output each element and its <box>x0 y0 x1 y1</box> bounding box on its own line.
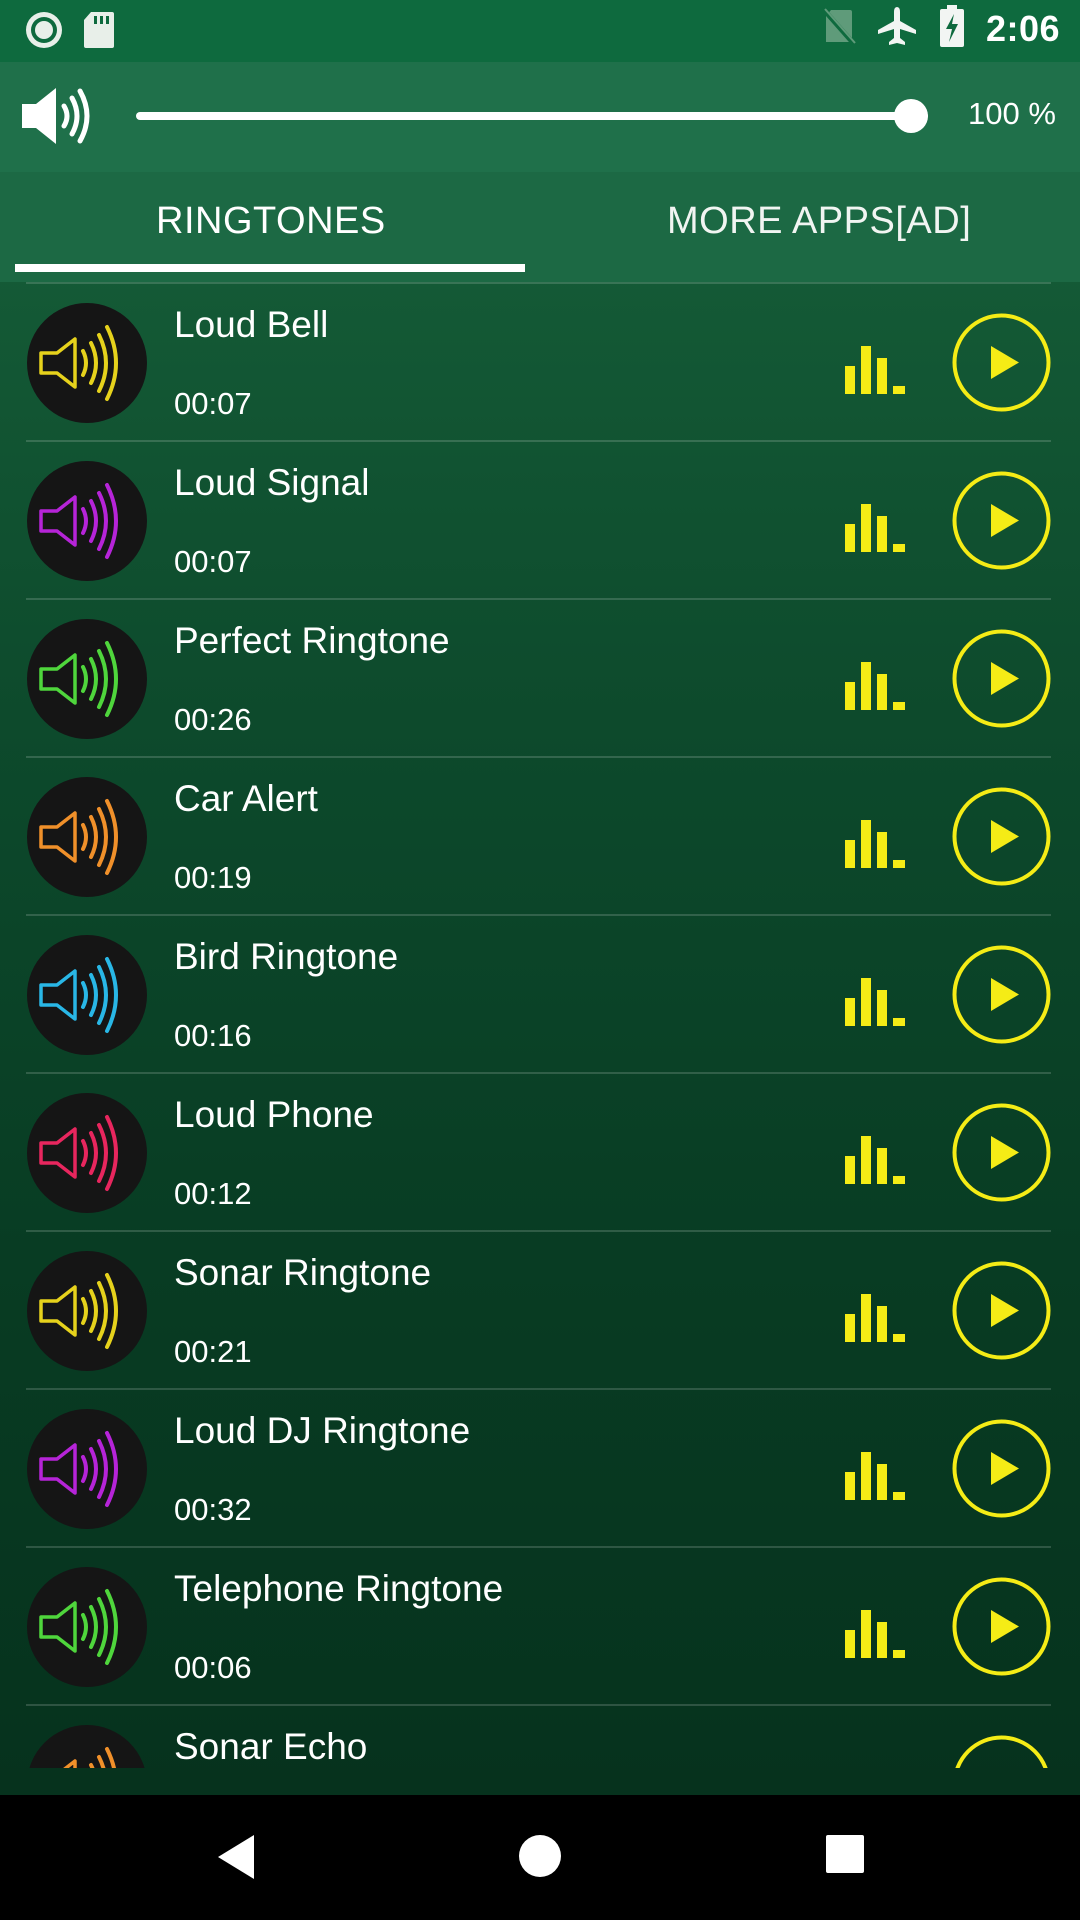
tab-indicator <box>15 264 525 272</box>
no-sim-icon <box>822 6 856 51</box>
equalizer-icon[interactable] <box>845 1762 909 1768</box>
play-button[interactable] <box>951 1260 1052 1361</box>
play-button[interactable] <box>951 1576 1052 1677</box>
status-bar: 2:06 <box>0 0 1080 62</box>
ringtone-title: Loud Bell <box>174 304 329 345</box>
equalizer-icon[interactable] <box>845 1288 909 1342</box>
ringtone-list[interactable]: Loud Bell 00:07 Loud Signal 00:07 Perfect Ri… <box>0 282 1080 1768</box>
ringtone-duration: 00:26 <box>174 702 252 737</box>
recents-icon[interactable] <box>824 1833 866 1880</box>
ringtone-duration: 00:06 <box>174 1650 252 1685</box>
ringtone-title: Sonar Ringtone <box>174 1252 432 1293</box>
clock: 2:06 <box>985 7 1060 49</box>
ringtone-title: Bird Ringtone <box>174 936 399 977</box>
ringtone-title: Car Alert <box>174 778 318 819</box>
tab-more-apps[interactable]: MORE APPS[AD] <box>667 200 971 243</box>
ringtone-item[interactable]: Telephone Ringtone 00:06 <box>0 1548 1080 1706</box>
play-button[interactable] <box>951 470 1052 571</box>
speaker-icon[interactable] <box>18 82 96 155</box>
play-button[interactable] <box>951 1102 1052 1203</box>
ringtone-item[interactable]: Loud Phone 00:12 <box>0 1074 1080 1232</box>
ringtone-item[interactable]: Car Alert 00:19 <box>0 758 1080 916</box>
play-button[interactable] <box>951 944 1052 1045</box>
home-icon[interactable] <box>517 1833 563 1884</box>
equalizer-icon[interactable] <box>845 1130 909 1184</box>
equalizer-icon[interactable] <box>845 814 909 868</box>
ringtone-title: Telephone Ringtone <box>174 1568 504 1609</box>
ringtone-duration: 00:19 <box>174 860 252 895</box>
battery-charging-icon <box>938 4 966 53</box>
equalizer-icon[interactable] <box>845 340 909 394</box>
play-button[interactable] <box>951 1734 1052 1768</box>
ringtone-title: Sonar Echo <box>174 1726 368 1767</box>
tab-ringtones[interactable]: RINGTONES <box>156 200 386 243</box>
equalizer-icon[interactable] <box>845 656 909 710</box>
volume-slider[interactable] <box>136 99 928 133</box>
play-button[interactable] <box>951 628 1052 729</box>
ringtone-title: Loud Signal <box>174 462 370 503</box>
ringtone-item[interactable]: Sonar Ringtone 00:21 <box>0 1232 1080 1390</box>
ringtone-item[interactable]: Loud DJ Ringtone 00:32 <box>0 1390 1080 1548</box>
speaker-icon <box>27 935 147 1055</box>
equalizer-icon[interactable] <box>845 1446 909 1500</box>
speaker-icon <box>27 461 147 581</box>
app-screen: 2:06 100 % RINGTONES MORE APPS[AD] Loud … <box>0 0 1080 1795</box>
ringtone-title: Perfect Ringtone <box>174 620 450 661</box>
play-button[interactable] <box>951 1418 1052 1519</box>
ringtone-item[interactable]: Bird Ringtone 00:16 <box>0 916 1080 1074</box>
equalizer-icon[interactable] <box>845 972 909 1026</box>
ringtone-duration: 00:21 <box>174 1334 252 1369</box>
sd-card-icon <box>82 10 116 55</box>
airplane-mode-icon <box>876 5 918 52</box>
ringtone-duration: 00:16 <box>174 1018 252 1053</box>
equalizer-icon[interactable] <box>845 1604 909 1658</box>
ringtone-item[interactable]: Loud Bell 00:07 <box>0 284 1080 442</box>
speaker-icon <box>27 777 147 897</box>
ringtone-item[interactable]: Loud Signal 00:07 <box>0 442 1080 600</box>
back-icon[interactable] <box>214 1833 258 1886</box>
ringtone-item[interactable]: Sonar Echo <box>0 1706 1080 1768</box>
ringtone-title: Loud DJ Ringtone <box>174 1410 471 1451</box>
volume-slider-thumb[interactable] <box>894 99 928 133</box>
navigation-bar <box>0 1795 1080 1920</box>
equalizer-icon[interactable] <box>845 498 909 552</box>
play-button[interactable] <box>951 786 1052 887</box>
ringtone-item[interactable]: Perfect Ringtone 00:26 <box>0 600 1080 758</box>
speaker-icon <box>27 1093 147 1213</box>
speaker-icon <box>27 1567 147 1687</box>
speaker-icon <box>27 1251 147 1371</box>
speaker-icon <box>27 619 147 739</box>
ringtone-title: Loud Phone <box>174 1094 374 1135</box>
tab-bar: RINGTONES MORE APPS[AD] <box>0 172 1080 282</box>
speaker-icon <box>27 303 147 423</box>
record-icon <box>24 10 64 55</box>
speaker-icon <box>27 1725 147 1768</box>
play-button[interactable] <box>951 312 1052 413</box>
ringtone-duration: 00:32 <box>174 1492 252 1527</box>
ringtone-duration: 00:07 <box>174 544 252 579</box>
ringtone-duration: 00:12 <box>174 1176 252 1211</box>
volume-percent: 100 % <box>968 96 1056 131</box>
speaker-icon <box>27 1409 147 1529</box>
ringtone-duration: 00:07 <box>174 386 252 421</box>
